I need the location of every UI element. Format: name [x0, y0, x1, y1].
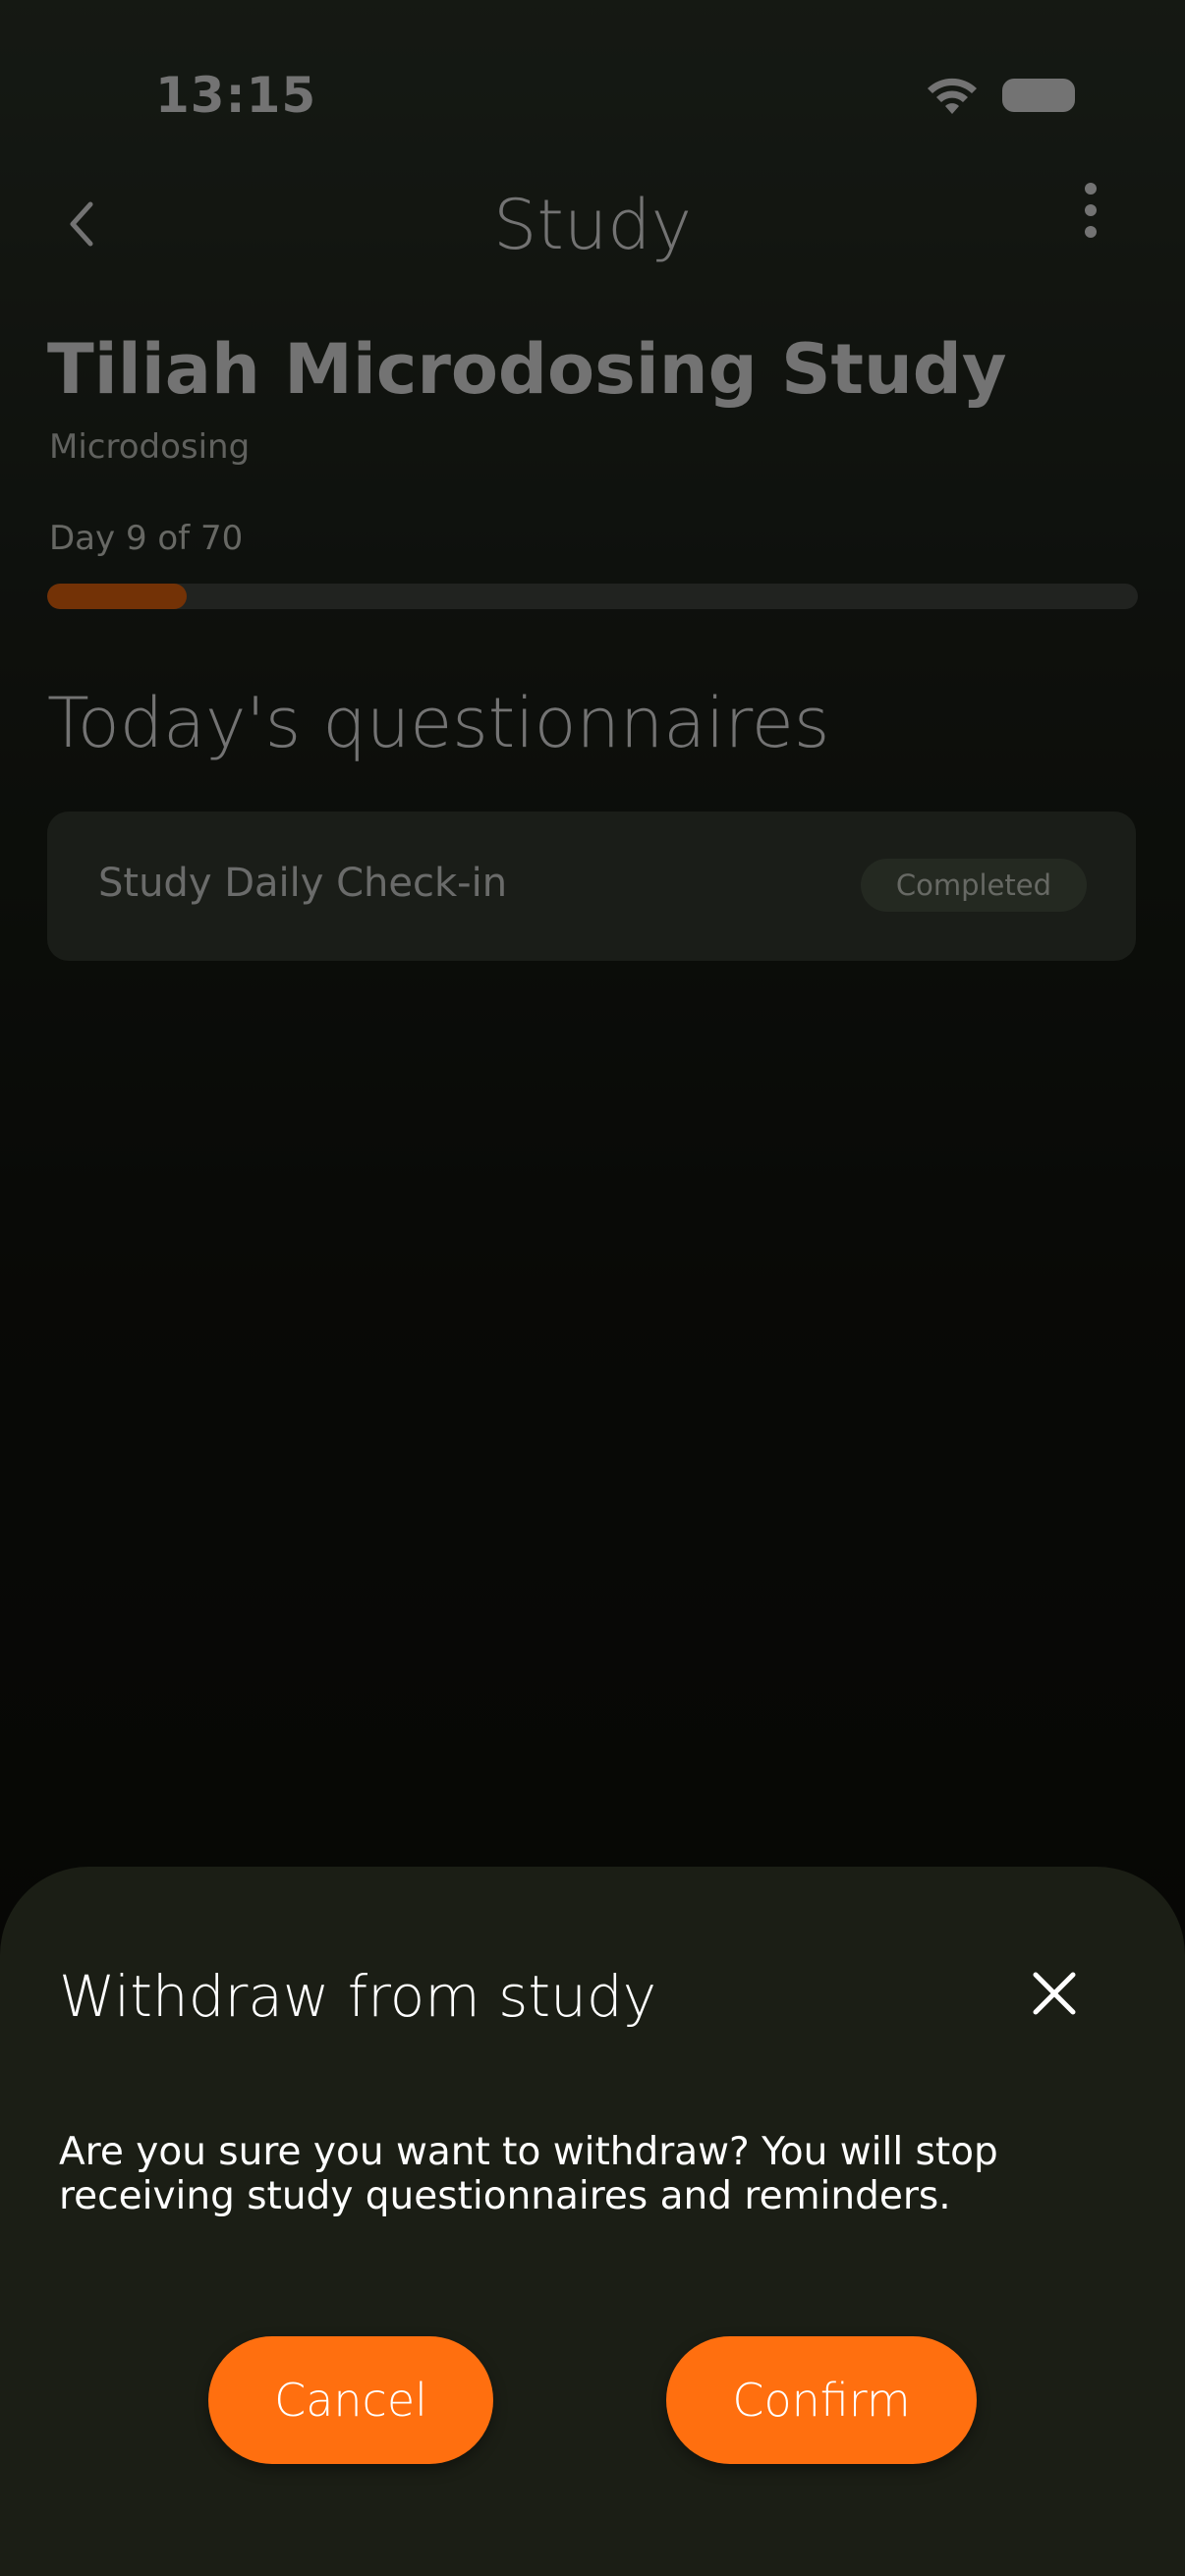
withdraw-dialog: Withdraw from study Are you sure you wan… [0, 1867, 1185, 2576]
close-icon[interactable] [1030, 1969, 1079, 2018]
battery-icon [1002, 79, 1075, 112]
status-badge: Completed [860, 859, 1087, 912]
nav-bar: Study [0, 157, 1185, 285]
wifi-icon [928, 78, 977, 114]
status-time: 13:15 [155, 67, 317, 124]
questionnaire-name: Study Daily Check-in [98, 861, 508, 906]
cancel-button[interactable]: Cancel [208, 2336, 493, 2464]
study-progress-fill [47, 584, 188, 609]
study-category: Microdosing [49, 427, 251, 467]
study-day-label: Day 9 of 70 [49, 519, 244, 558]
section-title-questionnaires: Today's questionnaires [47, 683, 830, 763]
study-screen: 13:15 Study Tiliah Microdosing Study Mic… [0, 0, 1185, 2576]
page-title: Study [492, 185, 693, 265]
status-bar: 13:15 [0, 0, 1185, 147]
study-progress-bar [47, 584, 1138, 609]
dialog-message: Are you sure you want to withdraw? You w… [59, 2130, 998, 2218]
confirm-button[interactable]: Confirm [666, 2336, 977, 2464]
questionnaire-card[interactable]: Study Daily Check-in Completed [47, 812, 1136, 961]
more-vertical-icon[interactable] [1071, 175, 1110, 253]
dialog-title: Withdraw from study [59, 1963, 657, 2030]
study-title: Tiliah Microdosing Study [47, 329, 1007, 410]
